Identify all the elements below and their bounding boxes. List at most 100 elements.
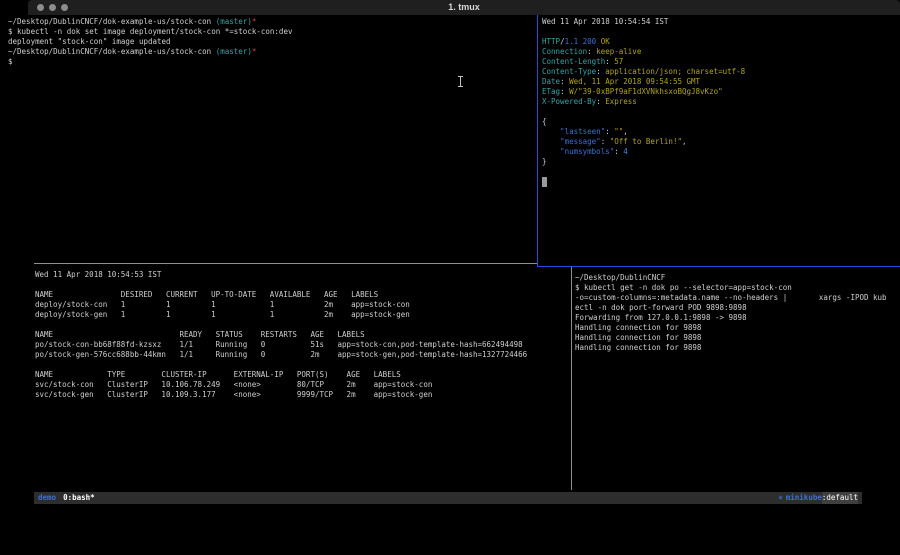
terminal-line: "numsymbols": 4 [542,147,745,157]
terminal-text-segment: deploy/stock-gen 1 1 1 1 2m app=stock-ge… [35,310,410,319]
terminal-line: Date: Wed, 11 Apr 2018 09:54:55 GMT [542,77,745,87]
terminal-line: Content-Length: 57 [542,57,745,67]
tmux-session-name: demo [38,492,56,504]
terminal-text-segment: * [252,47,257,56]
terminal-text-segment: deployment "stock-con" image updated [8,37,171,46]
terminal-text-segment: (master) [216,17,252,26]
terminal-text-segment: Wed 11 Apr 2018 10:54:54 IST [542,17,668,26]
terminal-line: NAME DESIRED CURRENT UP-TO-DATE AVAILABL… [35,290,527,300]
terminal-line: Handling connection for 9898 [575,343,887,353]
terminal-text-segment: Date [542,77,560,86]
terminal-line [542,167,745,177]
terminal-text-segment: ~/Desktop/DublinCNCF/dok-example-us/stoc… [8,17,216,26]
terminal-text-segment: NAME READY STATUS RESTARTS AGE LABELS [35,330,365,339]
terminal-text-segment: , [682,137,687,146]
tmux-window-item[interactable]: 0:bash* [63,492,95,504]
terminal-text-segment: ETag [542,87,560,96]
terminal-text-segment: keep-alive [596,47,641,56]
terminal-line: Forwarding from 127.0.0.1:9898 -> 9898 [575,313,887,323]
terminal-text-segment: { [542,117,547,126]
terminal-text-segment: Handling connection for 9898 [575,343,701,352]
terminal-text-segment: Forwarding from 127.0.0.1:9898 -> 9898 [575,313,747,322]
terminal-text-segment: 4 [623,147,628,156]
terminal-text-segment: po/stock-gen-576cc688bb-44kmn 1/1 Runnin… [35,350,527,359]
pane-border-horizontal-active [537,266,900,267]
terminal-line: ectl -n dok port-forward POD 9898:9898 [575,303,887,313]
terminal-text-segment: : [560,77,569,86]
terminal-text-segment: 1.1 [565,37,579,46]
terminal-text-segment: NAME DESIRED CURRENT UP-TO-DATE AVAILABL… [35,290,378,299]
terminal-text-segment: : [596,97,605,106]
terminal-line: HTTP/1.1 200 OK [542,37,745,47]
terminal-text-segment: Handling connection for 9898 [575,333,701,342]
terminal-text-segment: $ [8,57,13,66]
terminal-text-segment: , [623,127,628,136]
terminal-text-segment: : [605,57,614,66]
terminal-line [35,280,527,290]
mouse-ibeam-cursor [458,76,463,87]
terminal-line: ETag: W/"39-0xBPf9aF1dXVNkhsxoBQgJ8vKzo" [542,87,745,97]
terminal-line: Connection: keep-alive [542,47,745,57]
terminal-pane-kubectl-watch[interactable]: Wed 11 Apr 2018 10:54:53 IST NAME DESIRED… [35,270,527,400]
terminal-text-segment: Wed, 11 Apr 2018 09:54:55 GMT [569,77,700,86]
terminal-text-segment: "lastseen" [542,127,605,136]
terminal-line: "lastseen": "", [542,127,745,137]
terminal-line: deploy/stock-gen 1 1 1 1 2m app=stock-ge… [35,310,527,320]
terminal-text-segment: Connection [542,47,587,56]
terminal-line [35,360,527,370]
terminal-text-segment: : [587,47,596,56]
pane-border-vertical [571,267,572,490]
terminal-text-segment: ~/Desktop/DublinCNCF [575,273,665,282]
terminal-text-segment: "numsymbols" [542,147,614,156]
terminal-line: Content-Type: application/json; charset=… [542,67,745,77]
pane-border-vertical-active [537,15,538,267]
terminal-line [542,107,745,117]
terminal-text-segment: svc/stock-con ClusterIP 10.106.78.249 <n… [35,380,432,389]
terminal-line [35,320,527,330]
terminal-line: svc/stock-con ClusterIP 10.106.78.249 <n… [35,380,527,390]
terminal-line: deployment "stock-con" image updated [8,37,292,47]
terminal-text-segment: ~/Desktop/DublinCNCF/dok-example-us/stoc… [8,47,216,56]
terminal-pane-port-forward[interactable]: ~/Desktop/DublinCNCF$ kubectl get -n dok… [575,273,887,353]
terminal-text-segment: 200 [583,37,597,46]
terminal-text-segment: Content-Length [542,57,605,66]
terminal-line: deploy/stock-con 1 1 1 1 2m app=stock-co… [35,300,527,310]
terminal-text-segment: $ kubectl get -n dok po --selector=app=s… [575,283,792,292]
pane-border-horizontal [34,263,537,264]
window-title-bar: 1. tmux [28,0,900,15]
terminal-line: X-Powered-By: Express [542,97,745,107]
terminal-cursor [542,177,547,187]
terminal-pane-http-response[interactable]: Wed 11 Apr 2018 10:54:54 IST HTTP/1.1 200… [542,17,745,187]
terminal-line: $ [8,57,292,67]
terminal-line: Handling connection for 9898 [575,333,887,343]
terminal-line: NAME READY STATUS RESTARTS AGE LABELS [35,330,527,340]
terminal-text-segment: : [614,147,623,156]
terminal-line: Wed 11 Apr 2018 10:54:54 IST [542,17,745,27]
terminal-text-segment: application/json; charset=utf-8 [605,67,745,76]
terminal-window: 1. tmux ~/Desktop/DublinCNCF/dok-example… [0,0,900,555]
terminal-text-segment: -o=custom-columns=:metadata.name --no-he… [575,293,887,302]
terminal-text-segment: Wed 11 Apr 2018 10:54:53 IST [35,270,161,279]
terminal-line: ~/Desktop/DublinCNCF/dok-example-us/stoc… [8,47,292,57]
terminal-text-segment: 57 [614,57,623,66]
terminal-text-segment: : [596,67,605,76]
terminal-text-segment: deploy/stock-con 1 1 1 1 2m app=stock-co… [35,300,410,309]
status-bar-right: ⎈ minikube :default [778,492,858,504]
terminal-line: ~/Desktop/DublinCNCF [575,273,887,283]
terminal-text-segment: : [560,87,569,96]
terminal-text-segment: OK [601,37,610,46]
terminal-text-segment: HTTP [542,37,560,46]
terminal-text-segment: Handling connection for 9898 [575,323,701,332]
terminal-pane-shell[interactable]: ~/Desktop/DublinCNCF/dok-example-us/stoc… [8,17,292,67]
terminal-text-segment: : [601,137,610,146]
kubernetes-helm-icon: ⎈ [778,492,783,504]
terminal-text-segment: W/"39-0xBPf9aF1dXVNkhsxoBQgJ8vKzo" [569,87,723,96]
terminal-text-segment: $ kubectl -n dok set image deployment/st… [8,27,292,36]
window-title: 1. tmux [28,2,900,12]
terminal-line: Wed 11 Apr 2018 10:54:53 IST [35,270,527,280]
terminal-text-segment: "Off to Berlin!" [610,137,682,146]
terminal-line: $ kubectl get -n dok po --selector=app=s… [575,283,887,293]
terminal-line: ~/Desktop/DublinCNCF/dok-example-us/stoc… [8,17,292,27]
terminal-line: po/stock-gen-576cc688bb-44kmn 1/1 Runnin… [35,350,527,360]
terminal-text-segment: (master) [216,47,252,56]
